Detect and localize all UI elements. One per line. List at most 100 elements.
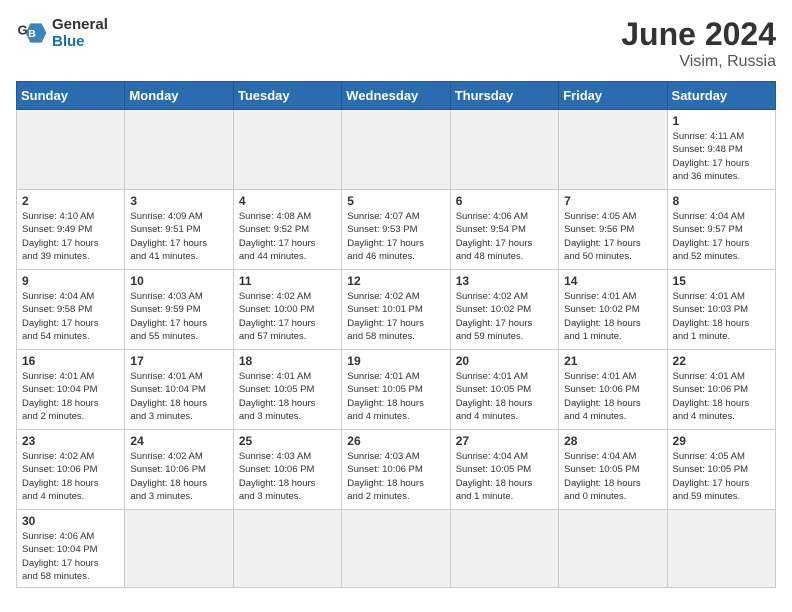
- col-header-monday: Monday: [125, 82, 233, 110]
- day-number: 4: [239, 194, 336, 208]
- day-number: 23: [22, 434, 119, 448]
- calendar-cell: 23 Sunrise: 4:02 AMSunset: 10:06 PMDaylig…: [17, 430, 125, 510]
- day-info: Sunrise: 4:01 AMSunset: 10:06 PMDaylight…: [564, 370, 661, 423]
- calendar-cell: 17 Sunrise: 4:01 AMSunset: 10:04 PMDaylig…: [125, 350, 233, 430]
- day-number: 29: [673, 434, 770, 448]
- day-info: Sunrise: 4:01 AMSunset: 10:05 PMDaylight…: [456, 370, 553, 423]
- calendar-cell: [667, 510, 775, 588]
- day-info: Sunrise: 4:01 AMSunset: 10:05 PMDaylight…: [347, 370, 444, 423]
- calendar-cell: 30 Sunrise: 4:06 AMSunset: 10:04 PMDaylig…: [17, 510, 125, 588]
- calendar-cell: [559, 510, 667, 588]
- day-number: 1: [673, 114, 770, 128]
- calendar-cell: 29 Sunrise: 4:05 AMSunset: 10:05 PMDaylig…: [667, 430, 775, 510]
- calendar-cell: 7 Sunrise: 4:05 AMSunset: 9:56 PMDaylight…: [559, 190, 667, 270]
- day-info: Sunrise: 4:03 AMSunset: 10:06 PMDaylight…: [347, 450, 444, 503]
- calendar-cell: [125, 110, 233, 190]
- day-number: 2: [22, 194, 119, 208]
- day-number: 24: [130, 434, 227, 448]
- col-header-sunday: Sunday: [17, 82, 125, 110]
- calendar-cell: 26Sunrise: 4:03 AMSunset: 10:06 PMDaylig…: [342, 430, 450, 510]
- logo: G B General Blue: [16, 16, 108, 50]
- days-header-row: SundayMondayTuesdayWednesdayThursdayFrid…: [17, 82, 776, 110]
- day-info: Sunrise: 4:01 AMSunset: 10:02 PMDaylight…: [564, 290, 661, 343]
- day-info: Sunrise: 4:02 AMSunset: 10:01 PMDaylight…: [347, 290, 444, 343]
- day-info: Sunrise: 4:06 AMSunset: 9:54 PMDaylight:…: [456, 210, 553, 263]
- day-info: Sunrise: 4:11 AMSunset: 9:48 PMDaylight:…: [673, 130, 770, 183]
- calendar-week-row: 1 Sunrise: 4:11 AMSunset: 9:48 PMDaylight…: [17, 110, 776, 190]
- calendar-cell: 1 Sunrise: 4:11 AMSunset: 9:48 PMDaylight…: [667, 110, 775, 190]
- calendar-week-row: 2 Sunrise: 4:10 AMSunset: 9:49 PMDaylight…: [17, 190, 776, 270]
- day-info: Sunrise: 4:01 AMSunset: 10:04 PMDaylight…: [22, 370, 119, 423]
- calendar-cell: 18Sunrise: 4:01 AMSunset: 10:05 PMDaylig…: [233, 350, 341, 430]
- svg-text:G: G: [18, 23, 28, 38]
- calendar-cell: [125, 510, 233, 588]
- calendar-cell: 6 Sunrise: 4:06 AMSunset: 9:54 PMDaylight…: [450, 190, 558, 270]
- calendar-week-row: 16 Sunrise: 4:01 AMSunset: 10:04 PMDaylig…: [17, 350, 776, 430]
- col-header-thursday: Thursday: [450, 82, 558, 110]
- day-info: Sunrise: 4:02 AMSunset: 10:02 PMDaylight…: [456, 290, 553, 343]
- day-number: 11: [239, 274, 336, 288]
- calendar-cell: 28 Sunrise: 4:04 AMSunset: 10:05 PMDaylig…: [559, 430, 667, 510]
- day-info: Sunrise: 4:02 AMSunset: 10:00 PMDaylight…: [239, 290, 336, 343]
- calendar-cell: 10Sunrise: 4:03 AMSunset: 9:59 PMDayligh…: [125, 270, 233, 350]
- day-number: 21: [564, 354, 661, 368]
- day-number: 17: [130, 354, 227, 368]
- calendar-cell: 13 Sunrise: 4:02 AMSunset: 10:02 PMDaylig…: [450, 270, 558, 350]
- day-info: Sunrise: 4:04 AMSunset: 10:05 PMDaylight…: [564, 450, 661, 503]
- day-number: 27: [456, 434, 553, 448]
- calendar-cell: 11 Sunrise: 4:02 AMSunset: 10:00 PMDaylig…: [233, 270, 341, 350]
- col-header-saturday: Saturday: [667, 82, 775, 110]
- day-info: Sunrise: 4:06 AMSunset: 10:04 PMDaylight…: [22, 530, 119, 583]
- svg-text:B: B: [28, 29, 36, 40]
- day-number: 14: [564, 274, 661, 288]
- day-number: 9: [22, 274, 119, 288]
- day-number: 30: [22, 514, 119, 528]
- calendar-week-row: 30 Sunrise: 4:06 AMSunset: 10:04 PMDaylig…: [17, 510, 776, 588]
- day-info: Sunrise: 4:07 AMSunset: 9:53 PMDaylight:…: [347, 210, 444, 263]
- calendar-cell: 24 Sunrise: 4:02 AMSunset: 10:06 PMDaylig…: [125, 430, 233, 510]
- day-number: 13: [456, 274, 553, 288]
- calendar-cell: [342, 110, 450, 190]
- calendar-cell: 14 Sunrise: 4:01 AMSunset: 10:02 PMDaylig…: [559, 270, 667, 350]
- day-info: Sunrise: 4:01 AMSunset: 10:03 PMDaylight…: [673, 290, 770, 343]
- day-number: 8: [673, 194, 770, 208]
- day-info: Sunrise: 4:02 AMSunset: 10:06 PMDaylight…: [22, 450, 119, 503]
- day-number: 22: [673, 354, 770, 368]
- calendar-cell: [17, 110, 125, 190]
- day-number: 28: [564, 434, 661, 448]
- day-number: 10: [130, 274, 227, 288]
- day-number: 7: [564, 194, 661, 208]
- day-number: 16: [22, 354, 119, 368]
- calendar-cell: 21 Sunrise: 4:01 AMSunset: 10:06 PMDaylig…: [559, 350, 667, 430]
- day-info: Sunrise: 4:01 AMSunset: 10:04 PMDaylight…: [130, 370, 227, 423]
- day-number: 19: [347, 354, 444, 368]
- day-info: Sunrise: 4:04 AMSunset: 9:58 PMDaylight:…: [22, 290, 119, 343]
- day-info: Sunrise: 4:02 AMSunset: 10:06 PMDaylight…: [130, 450, 227, 503]
- day-info: Sunrise: 4:10 AMSunset: 9:49 PMDaylight:…: [22, 210, 119, 263]
- calendar-cell: 22 Sunrise: 4:01 AMSunset: 10:06 PMDaylig…: [667, 350, 775, 430]
- calendar-cell: 27Sunrise: 4:04 AMSunset: 10:05 PMDaylig…: [450, 430, 558, 510]
- day-number: 25: [239, 434, 336, 448]
- page-header: G B General Blue June 2024 Visim, Russia: [16, 16, 776, 71]
- calendar-cell: [450, 110, 558, 190]
- day-number: 18: [239, 354, 336, 368]
- logo-text: General Blue: [52, 16, 108, 50]
- calendar-cell: 12Sunrise: 4:02 AMSunset: 10:01 PMDaylig…: [342, 270, 450, 350]
- calendar-cell: [342, 510, 450, 588]
- col-header-wednesday: Wednesday: [342, 82, 450, 110]
- calendar-cell: 15Sunrise: 4:01 AMSunset: 10:03 PMDaylig…: [667, 270, 775, 350]
- calendar-table: SundayMondayTuesdayWednesdayThursdayFrid…: [16, 81, 776, 588]
- calendar-cell: [233, 510, 341, 588]
- calendar-cell: 5Sunrise: 4:07 AMSunset: 9:53 PMDaylight…: [342, 190, 450, 270]
- calendar-week-row: 23 Sunrise: 4:02 AMSunset: 10:06 PMDaylig…: [17, 430, 776, 510]
- day-info: Sunrise: 4:05 AMSunset: 10:05 PMDaylight…: [673, 450, 770, 503]
- day-info: Sunrise: 4:01 AMSunset: 10:06 PMDaylight…: [673, 370, 770, 423]
- month-title: June 2024: [621, 16, 776, 53]
- calendar-cell: 3Sunrise: 4:09 AMSunset: 9:51 PMDaylight…: [125, 190, 233, 270]
- calendar-cell: 16 Sunrise: 4:01 AMSunset: 10:04 PMDaylig…: [17, 350, 125, 430]
- day-number: 6: [456, 194, 553, 208]
- day-number: 3: [130, 194, 227, 208]
- day-info: Sunrise: 4:05 AMSunset: 9:56 PMDaylight:…: [564, 210, 661, 263]
- calendar-cell: 8Sunrise: 4:04 AMSunset: 9:57 PMDaylight…: [667, 190, 775, 270]
- calendar-cell: [559, 110, 667, 190]
